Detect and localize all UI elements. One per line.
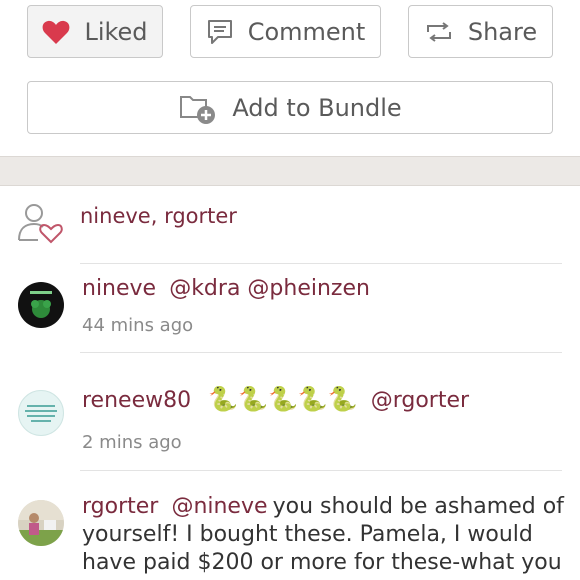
avatar[interactable] — [18, 282, 64, 328]
comment-header: rgorter @nineve you should be ashamed of — [82, 493, 564, 522]
comment-header: nineve @kdra @pheinzen — [82, 275, 560, 304]
comment-timestamp: 2 mins ago — [82, 432, 182, 453]
comment-icon — [206, 19, 234, 45]
share-label: Share — [467, 17, 538, 46]
liked-by-icon — [16, 202, 64, 248]
liked-by-users[interactable]: nineve, rgorter — [80, 204, 237, 228]
comment-username[interactable]: reneew80 — [82, 388, 191, 413]
comment-item: rgorter @nineve you should be ashamed of… — [0, 478, 580, 580]
comment-header: reneew80 🐍🐍🐍🐍🐍 @rgorter — [82, 385, 560, 416]
add-to-bundle-label: Add to Bundle — [232, 93, 402, 122]
comment-label: Comment — [247, 17, 366, 46]
comment-text-line: have paid $200 or more for these-what yo… — [82, 550, 562, 575]
bundle-add-icon — [178, 91, 218, 125]
comment-item: reneew80 🐍🐍🐍🐍🐍 @rgorter 2 mins ago — [0, 360, 580, 470]
liked-button[interactable]: Liked — [27, 5, 163, 58]
comment-text-line: you should be ashamed of — [272, 494, 564, 519]
heart-icon — [42, 19, 70, 45]
likes-summary: nineve, rgorter — [0, 196, 580, 262]
snake-emojis: 🐍🐍🐍🐍🐍 — [208, 385, 358, 413]
comment-text-line: yourself! I bought these. Pamela, I woul… — [82, 522, 533, 547]
comment-mentions[interactable]: @kdra @pheinzen — [169, 276, 370, 301]
divider — [80, 352, 562, 353]
share-icon — [424, 20, 454, 44]
comment-timestamp: 44 mins ago — [82, 315, 194, 336]
add-to-bundle-button[interactable]: Add to Bundle — [27, 81, 553, 134]
comment-username[interactable]: nineve — [82, 276, 156, 301]
avatar[interactable] — [18, 390, 64, 436]
share-button[interactable]: Share — [408, 5, 553, 58]
comment-item: nineve @kdra @pheinzen 44 mins ago — [0, 270, 580, 352]
comment-button[interactable]: Comment — [190, 5, 381, 58]
section-divider — [0, 156, 580, 186]
comment-mention[interactable]: @rgorter — [371, 388, 469, 413]
liked-label: Liked — [84, 17, 148, 46]
comment-mention[interactable]: @nineve — [171, 494, 267, 519]
divider — [80, 263, 562, 264]
comment-username[interactable]: rgorter — [82, 494, 158, 519]
divider — [80, 470, 562, 471]
avatar[interactable] — [18, 500, 64, 546]
